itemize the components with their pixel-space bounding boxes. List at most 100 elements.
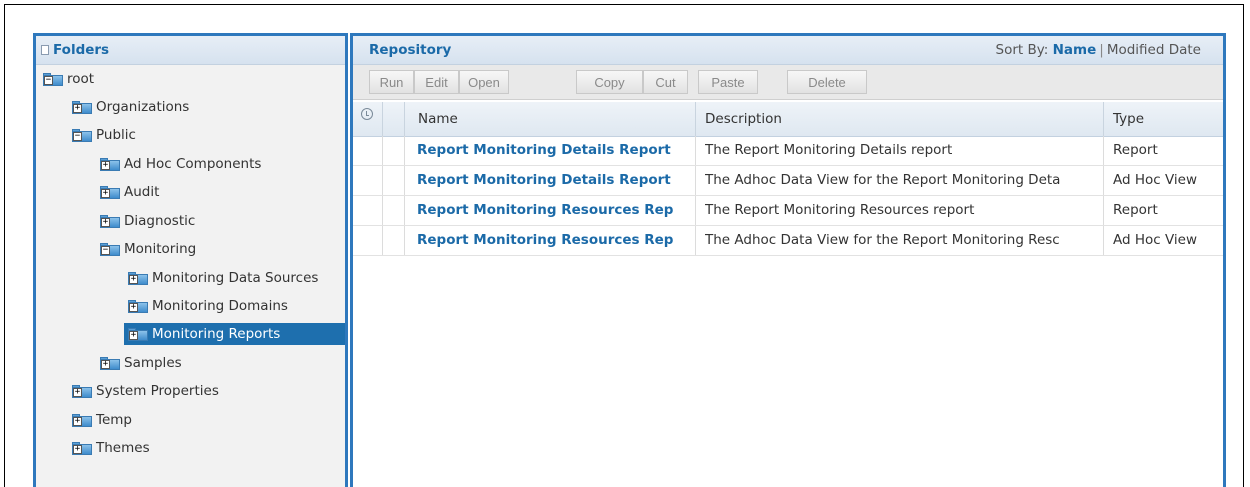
expand-toggle-icon[interactable]: + xyxy=(73,444,82,454)
column-header-name[interactable]: Name xyxy=(418,111,458,127)
folder-icon: + xyxy=(128,327,148,341)
resource-type: Ad Hoc View xyxy=(1113,232,1198,248)
tree-node-diagnostic[interactable]: + Diagnostic xyxy=(100,210,195,232)
expand-toggle-icon[interactable]: + xyxy=(129,274,138,284)
resource-type: Report xyxy=(1113,142,1158,158)
expand-toggle-icon[interactable]: + xyxy=(129,302,138,312)
expand-toggle-icon[interactable]: + xyxy=(73,103,82,113)
delete-button[interactable]: Delete xyxy=(787,70,867,94)
resource-type: Report xyxy=(1113,202,1158,218)
repository-header: Repository Sort By: Name | Modified Date xyxy=(353,36,1223,65)
row-divider xyxy=(382,136,383,165)
tree-node-label: root xyxy=(67,71,95,87)
tree-node-label: Ad Hoc Components xyxy=(124,156,262,172)
tree-node-label: Samples xyxy=(124,355,182,371)
column-divider xyxy=(404,102,405,136)
cut-button[interactable]: Cut xyxy=(643,70,688,94)
row-divider xyxy=(695,136,696,165)
folder-icon: + xyxy=(100,185,120,199)
paste-button[interactable]: Paste xyxy=(698,70,758,94)
tree-node-organizations[interactable]: + Organizations xyxy=(72,96,189,118)
tree-node-monitoring-data-sources[interactable]: + Monitoring Data Sources xyxy=(128,267,318,289)
sort-by-modified-date-link[interactable]: Modified Date xyxy=(1107,42,1201,58)
row-divider xyxy=(1103,166,1104,195)
folder-icon: + xyxy=(100,157,120,171)
collapse-panel-icon[interactable] xyxy=(41,45,49,55)
row-divider xyxy=(404,226,405,255)
row-divider xyxy=(695,226,696,255)
folders-header: Folders xyxy=(36,36,345,65)
resource-name-link[interactable]: Report Monitoring Details Report xyxy=(417,142,693,158)
expand-toggle-icon[interactable]: + xyxy=(73,416,82,426)
tree-node-label: Monitoring xyxy=(124,241,197,257)
tree-node-temp[interactable]: + Temp xyxy=(72,409,132,431)
expand-toggle-icon[interactable]: + xyxy=(101,217,110,227)
table-row[interactable]: Report Monitoring Resources Rep The Repo… xyxy=(353,196,1223,226)
collapse-toggle-icon[interactable]: − xyxy=(44,75,53,85)
run-button[interactable]: Run xyxy=(369,70,414,94)
folder-icon: + xyxy=(72,413,92,427)
sort-by-name-link[interactable]: Name xyxy=(1053,42,1097,58)
copy-button[interactable]: Copy xyxy=(576,70,643,94)
folder-icon: + xyxy=(128,271,148,285)
sort-by-control: Sort By: Name | Modified Date xyxy=(996,42,1201,58)
tree-node-monitoring-reports[interactable]: + Monitoring Reports xyxy=(124,323,345,345)
resource-type: Ad Hoc View xyxy=(1113,172,1198,188)
resource-description: The Report Monitoring Details report xyxy=(705,142,953,158)
expand-toggle-icon[interactable]: + xyxy=(73,387,82,397)
row-divider xyxy=(382,226,383,255)
row-divider xyxy=(1103,226,1104,255)
row-divider xyxy=(404,196,405,225)
tree-node-audit[interactable]: + Audit xyxy=(100,181,159,203)
column-divider xyxy=(382,102,383,136)
row-divider xyxy=(695,166,696,195)
tree-node-label: Monitoring Reports xyxy=(152,326,281,342)
resource-description: The Adhoc Data View for the Report Monit… xyxy=(705,172,1061,188)
sort-divider: | xyxy=(1099,42,1104,58)
tree-node-monitoring-domains[interactable]: + Monitoring Domains xyxy=(128,295,288,317)
collapse-toggle-icon[interactable]: − xyxy=(73,131,82,141)
tree-node-ad-hoc-components[interactable]: + Ad Hoc Components xyxy=(100,153,261,175)
folder-icon: − xyxy=(72,128,92,142)
folder-icon: + xyxy=(100,356,120,370)
expand-toggle-icon[interactable]: + xyxy=(101,359,110,369)
row-divider xyxy=(1103,136,1104,165)
folders-panel: Folders − root + Organizations − Public … xyxy=(33,33,348,487)
row-divider xyxy=(404,136,405,165)
tree-node-monitoring[interactable]: − Monitoring xyxy=(100,238,196,260)
resource-name-link[interactable]: Report Monitoring Resources Rep xyxy=(417,202,693,218)
tree-node-public[interactable]: − Public xyxy=(72,124,136,146)
table-row[interactable]: Report Monitoring Details Report The Adh… xyxy=(353,166,1223,196)
folder-icon: + xyxy=(72,100,92,114)
expand-toggle-icon[interactable]: + xyxy=(101,188,110,198)
column-header-description[interactable]: Description xyxy=(705,111,782,127)
tree-node-label: Audit xyxy=(124,184,160,200)
tree-node-root[interactable]: − root xyxy=(43,68,94,90)
tree-node-label: Organizations xyxy=(96,99,190,115)
tree-node-system-properties[interactable]: + System Properties xyxy=(72,380,219,402)
sort-by-label: Sort By: xyxy=(995,42,1049,58)
folder-icon: + xyxy=(100,214,120,228)
resource-description: The Adhoc Data View for the Report Monit… xyxy=(705,232,1060,248)
row-divider xyxy=(404,166,405,195)
tree-node-label: System Properties xyxy=(96,383,219,399)
edit-button[interactable]: Edit xyxy=(414,70,459,94)
resource-name-link[interactable]: Report Monitoring Resources Rep xyxy=(417,232,693,248)
folders-title: Folders xyxy=(53,42,110,58)
resource-name-link[interactable]: Report Monitoring Details Report xyxy=(417,172,693,188)
tree-node-label: Themes xyxy=(96,440,150,456)
tree-node-label: Monitoring Data Sources xyxy=(152,270,319,286)
expand-toggle-icon[interactable]: + xyxy=(101,160,110,170)
folder-icon: − xyxy=(100,242,120,256)
tree-node-themes[interactable]: + Themes xyxy=(72,437,150,459)
open-button[interactable]: Open xyxy=(459,70,509,94)
column-header-type[interactable]: Type xyxy=(1113,111,1144,127)
column-divider xyxy=(1103,102,1104,136)
repository-panel: Repository Sort By: Name | Modified Date R… xyxy=(350,33,1226,487)
table-row[interactable]: Report Monitoring Details Report The Rep… xyxy=(353,136,1223,166)
table-row[interactable]: Report Monitoring Resources Rep The Adho… xyxy=(353,226,1223,256)
expand-toggle-icon[interactable]: + xyxy=(129,330,138,340)
resource-description: The Report Monitoring Resources report xyxy=(705,202,975,218)
tree-node-samples[interactable]: + Samples xyxy=(100,352,182,374)
collapse-toggle-icon[interactable]: − xyxy=(101,245,110,255)
